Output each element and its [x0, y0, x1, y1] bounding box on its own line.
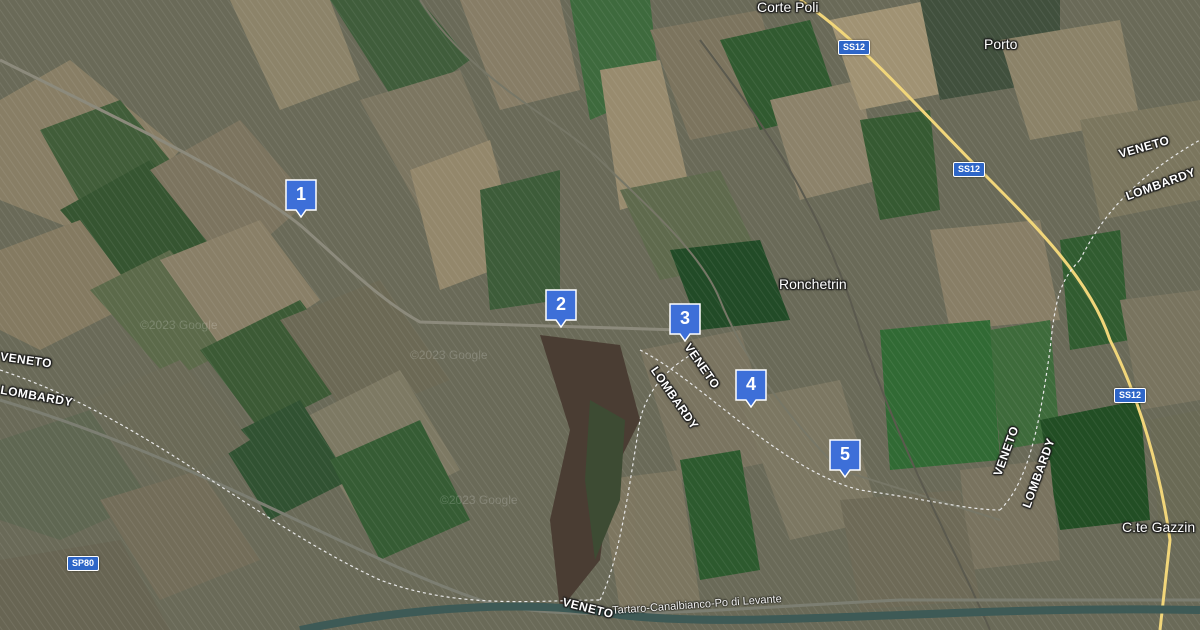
- road-shield-ss12: SS12: [838, 40, 871, 55]
- place-label-ronchetrin: Ronchetrin: [779, 276, 847, 292]
- marker-number: 2: [555, 294, 566, 314]
- marker-number: 4: [745, 374, 756, 394]
- road-shield-ss12: SS12: [1114, 388, 1147, 403]
- satellite-imagery: [0, 0, 1200, 630]
- map-marker-3[interactable]: 3: [668, 302, 702, 342]
- place-label-c-te-gazzin: C.te Gazzin: [1122, 519, 1196, 535]
- marker-number: 3: [679, 308, 690, 328]
- place-label-corte-poli: Corte Poli: [757, 0, 819, 15]
- road-shield-ss12: SS12: [953, 162, 986, 177]
- marker-number: 1: [295, 184, 306, 204]
- map-watermark: ©2023 Google: [410, 348, 488, 362]
- map-marker-1[interactable]: 1: [284, 178, 318, 218]
- satellite-map[interactable]: ©2023 Google ©2023 Google ©2023 Google C…: [0, 0, 1200, 630]
- road-shield-sp80: SP80: [67, 556, 100, 571]
- map-marker-5[interactable]: 5: [828, 438, 862, 478]
- map-watermark: ©2023 Google: [440, 493, 518, 507]
- map-marker-4[interactable]: 4: [734, 368, 768, 408]
- place-label-porto: Porto: [984, 36, 1018, 52]
- marker-number: 5: [839, 444, 850, 464]
- map-watermark: ©2023 Google: [140, 318, 218, 332]
- map-marker-2[interactable]: 2: [544, 288, 578, 328]
